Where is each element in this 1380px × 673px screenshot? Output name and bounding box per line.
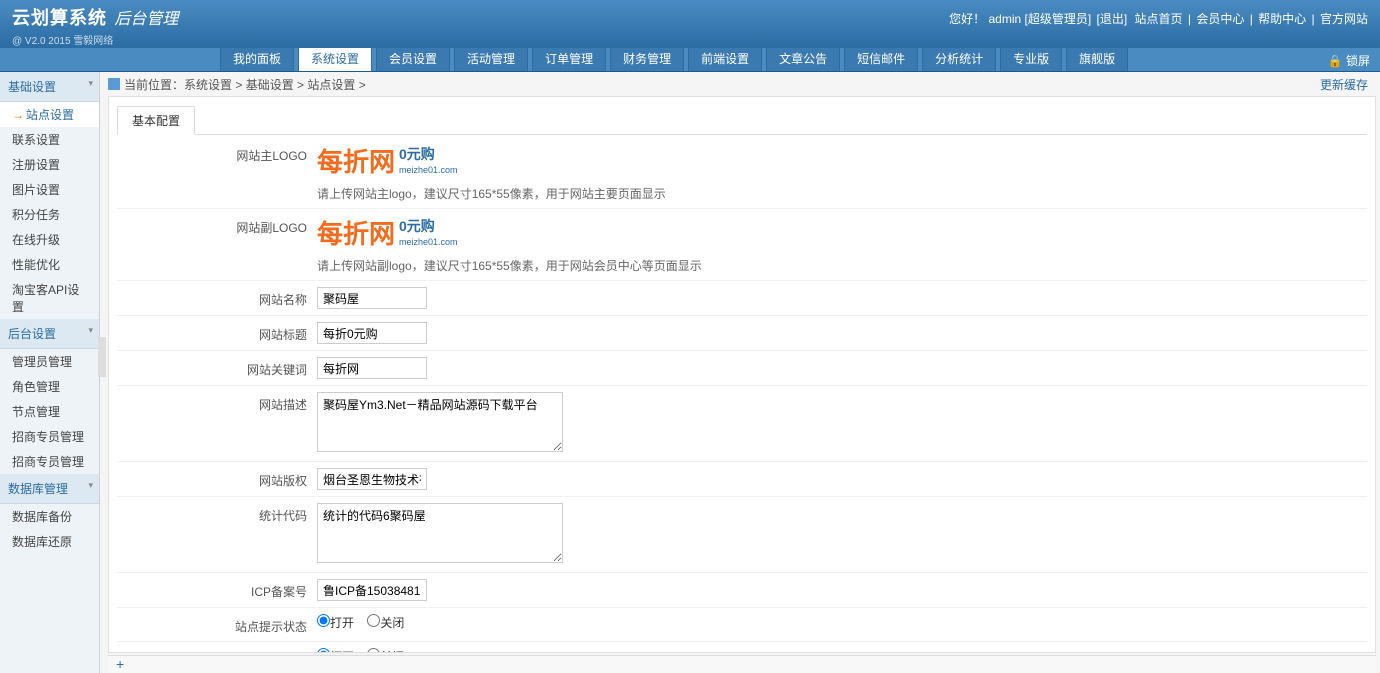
nav-tab-11[interactable]: 旗舰版: [1066, 45, 1128, 71]
nav-tab-9[interactable]: 分析统计: [922, 45, 996, 71]
svg-text:每折网: 每折网: [317, 147, 395, 177]
label-site-slogan: 网站标题: [117, 322, 317, 343]
breadcrumb-prefix: 当前位置：: [124, 76, 184, 93]
label-site-copyright: 网站版权: [117, 468, 317, 489]
site-status-off-radio[interactable]: [367, 648, 380, 653]
nav-tab-6[interactable]: 前端设置: [688, 45, 762, 71]
official-site-link[interactable]: 官方网站: [1320, 12, 1368, 26]
label-prompt-status: 站点提示状态: [117, 614, 317, 635]
user-bar: 您好！ admin [超级管理员] [退出] 站点首页 | 会员中心 | 帮助中…: [949, 10, 1370, 27]
stats-code-textarea[interactable]: 统计的代码6聚码屋: [317, 503, 563, 563]
nav-tab-0[interactable]: 我的面板: [220, 45, 294, 71]
main-panel: 基本配置 网站主LOGO 每折网 0元购 meizhe01.com 请上传网站主…: [108, 96, 1376, 653]
nav-tab-10[interactable]: 专业版: [1000, 45, 1062, 71]
sidebar-collapse-handle[interactable]: [98, 337, 106, 377]
hint-main-logo: 请上传网站主logo，建议尺寸165*55像素，用于网站主要页面显示: [317, 185, 1367, 202]
help-center-link[interactable]: 帮助中心: [1258, 12, 1306, 26]
lock-screen-button[interactable]: 🔒 锁屏: [1328, 52, 1370, 69]
nav-tab-7[interactable]: 文章公告: [766, 45, 840, 71]
app-subtitle: 后台管理: [114, 11, 178, 28]
breadcrumb: 当前位置： 系统设置 > 基础设置 > 站点设置 > 更新缓存: [108, 74, 1376, 94]
side-item-0-5[interactable]: 在线升级: [0, 227, 99, 252]
nav-tab-2[interactable]: 会员设置: [376, 45, 450, 71]
refresh-cache-link[interactable]: 更新缓存: [1320, 76, 1368, 93]
sidebar: 基础设置站点设置联系设置注册设置图片设置积分任务在线升级性能优化淘宝客API设置…: [0, 72, 100, 673]
logo-area: 云划算系统 后台管理 @ V2.0 2015 雪毅网络: [12, 4, 178, 47]
side-group-1[interactable]: 后台设置: [0, 319, 99, 349]
label-sub-logo: 网站副LOGO: [117, 215, 317, 236]
add-tab-icon[interactable]: +: [116, 656, 124, 672]
svg-text:每折网: 每折网: [317, 219, 395, 249]
sub-logo-image: 每折网 0元购 meizhe01.com: [317, 215, 482, 253]
site-home-link[interactable]: 站点首页: [1135, 12, 1183, 26]
app-version: @ V2.0 2015 雪毅网络: [12, 32, 178, 47]
site-slogan-input[interactable]: [317, 322, 427, 344]
home-icon: [108, 78, 120, 90]
side-item-0-2[interactable]: 注册设置: [0, 152, 99, 177]
user-role: [超级管理员]: [1025, 12, 1092, 26]
nav-tab-4[interactable]: 订单管理: [532, 45, 606, 71]
prompt-status-on-radio[interactable]: [317, 614, 330, 627]
tab-basic-config[interactable]: 基本配置: [117, 106, 195, 135]
side-item-0-1[interactable]: 联系设置: [0, 127, 99, 152]
svg-text:meizhe01.com: meizhe01.com: [399, 165, 458, 175]
breadcrumb-path: 系统设置 > 基础设置 > 站点设置 >: [184, 76, 366, 93]
side-group-2[interactable]: 数据库管理: [0, 474, 99, 504]
site-name-input[interactable]: [317, 287, 427, 309]
side-group-0[interactable]: 基础设置: [0, 72, 99, 102]
member-center-link[interactable]: 会员中心: [1196, 12, 1244, 26]
label-site-keywords: 网站关键词: [117, 357, 317, 378]
site-copyright-input[interactable]: [317, 468, 427, 490]
nav-tab-5[interactable]: 财务管理: [610, 45, 684, 71]
label-main-logo: 网站主LOGO: [117, 143, 317, 164]
side-item-1-4[interactable]: 招商专员管理: [0, 449, 99, 474]
icp-input[interactable]: [317, 579, 427, 601]
side-item-1-3[interactable]: 招商专员管理: [0, 424, 99, 449]
username: admin: [988, 12, 1021, 26]
site-status-on-radio[interactable]: [317, 648, 330, 653]
side-item-0-6[interactable]: 性能优化: [0, 252, 99, 277]
side-item-1-1[interactable]: 角色管理: [0, 374, 99, 399]
app-title: 云划算系统: [12, 8, 107, 28]
greeting: 您好！: [949, 12, 985, 26]
bottom-bar: +: [108, 655, 1376, 673]
hint-sub-logo: 请上传网站副logo，建议尺寸165*55像素，用于网站会员中心等页面显示: [317, 257, 1367, 274]
side-item-0-7[interactable]: 淘宝客API设置: [0, 277, 99, 319]
label-stats-code: 统计代码: [117, 503, 317, 524]
nav-tab-3[interactable]: 活动管理: [454, 45, 528, 71]
svg-text:0元购: 0元购: [399, 218, 435, 234]
side-item-0-3[interactable]: 图片设置: [0, 177, 99, 202]
label-site-status: 站点状态: [117, 648, 317, 653]
main-logo-image: 每折网 0元购 meizhe01.com: [317, 143, 482, 181]
header: 云划算系统 后台管理 @ V2.0 2015 雪毅网络 您好！ admin [超…: [0, 0, 1380, 48]
nav-tab-1[interactable]: 系统设置: [298, 45, 372, 71]
side-item-1-0[interactable]: 管理员管理: [0, 349, 99, 374]
label-site-name: 网站名称: [117, 287, 317, 308]
side-item-0-0[interactable]: 站点设置: [0, 102, 99, 127]
site-keywords-input[interactable]: [317, 357, 427, 379]
top-nav: 我的面板系统设置会员设置活动管理订单管理财务管理前端设置文章公告短信邮件分析统计…: [0, 48, 1380, 72]
svg-text:meizhe01.com: meizhe01.com: [399, 237, 458, 247]
prompt-status-off-radio[interactable]: [367, 614, 380, 627]
side-item-1-2[interactable]: 节点管理: [0, 399, 99, 424]
side-item-2-1[interactable]: 数据库还原: [0, 529, 99, 554]
site-desc-textarea[interactable]: 聚码屋Ym3.Net－精品网站源码下载平台: [317, 392, 563, 452]
side-item-0-4[interactable]: 积分任务: [0, 202, 99, 227]
side-item-2-0[interactable]: 数据库备份: [0, 504, 99, 529]
logout-link[interactable]: [退出]: [1097, 12, 1128, 26]
svg-text:0元购: 0元购: [399, 146, 435, 162]
tab-strip: 基本配置: [117, 105, 1367, 135]
label-site-desc: 网站描述: [117, 392, 317, 413]
label-icp: ICP备案号: [117, 579, 317, 600]
nav-tab-8[interactable]: 短信邮件: [844, 45, 918, 71]
